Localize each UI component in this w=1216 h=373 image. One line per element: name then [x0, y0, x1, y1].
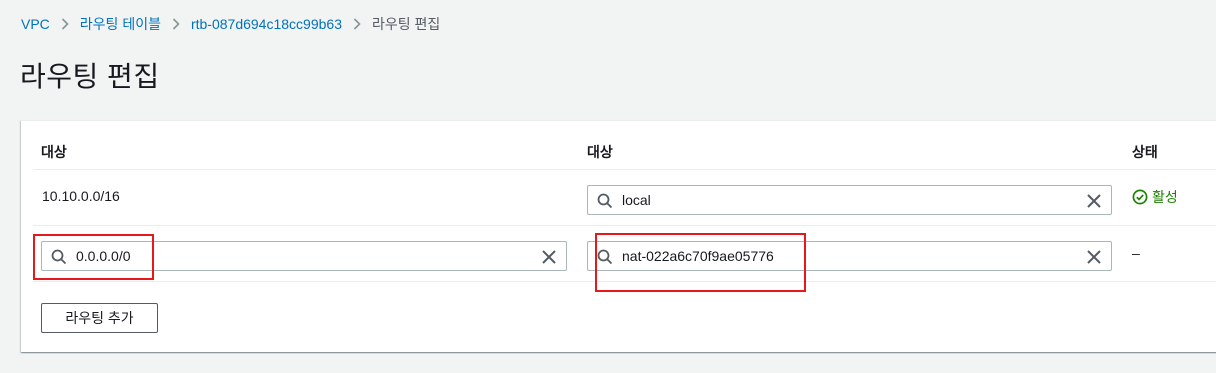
breadcrumb-route-tables[interactable]: 라우팅 테이블 — [80, 14, 161, 34]
chevron-right-icon — [50, 18, 80, 30]
add-route-button[interactable]: 라우팅 추가 — [41, 303, 158, 333]
column-header-status: 상태 — [1132, 144, 1158, 160]
check-circle-icon — [1132, 189, 1148, 205]
column-header-target: 대상 — [587, 144, 613, 160]
route-destination-text: 10.10.0.0/16 — [42, 188, 120, 204]
breadcrumb: VPC 라우팅 테이블 rtb-087d694c18cc99b63 라우팅 편집 — [21, 15, 440, 33]
target-input[interactable]: local — [587, 185, 1112, 215]
routes-panel: 대상 대상 상태 10.10.0.0/16 local 활성 0.0.0.0/0… — [21, 120, 1216, 352]
breadcrumb-vpc[interactable]: VPC — [21, 16, 50, 32]
clear-icon[interactable] — [1087, 194, 1101, 208]
highlight-box-target — [595, 233, 806, 292]
page-title: 라우팅 편집 — [20, 61, 160, 92]
status-text: – — [1132, 245, 1140, 261]
breadcrumb-current: 라우팅 편집 — [371, 16, 441, 32]
highlight-box-destination — [33, 234, 154, 280]
chevron-right-icon — [161, 18, 191, 30]
column-header-destination: 대상 — [41, 144, 67, 160]
search-icon — [597, 193, 613, 209]
row-divider — [33, 225, 1216, 226]
status-badge: 활성 — [1132, 187, 1178, 207]
breadcrumb-route-table-id[interactable]: rtb-087d694c18cc99b63 — [191, 16, 342, 32]
status-text: 활성 — [1152, 189, 1178, 205]
header-divider — [33, 169, 1216, 170]
clear-icon[interactable] — [1087, 250, 1101, 264]
clear-icon[interactable] — [542, 250, 556, 264]
target-input-value: local — [622, 192, 651, 208]
chevron-right-icon — [342, 18, 372, 30]
